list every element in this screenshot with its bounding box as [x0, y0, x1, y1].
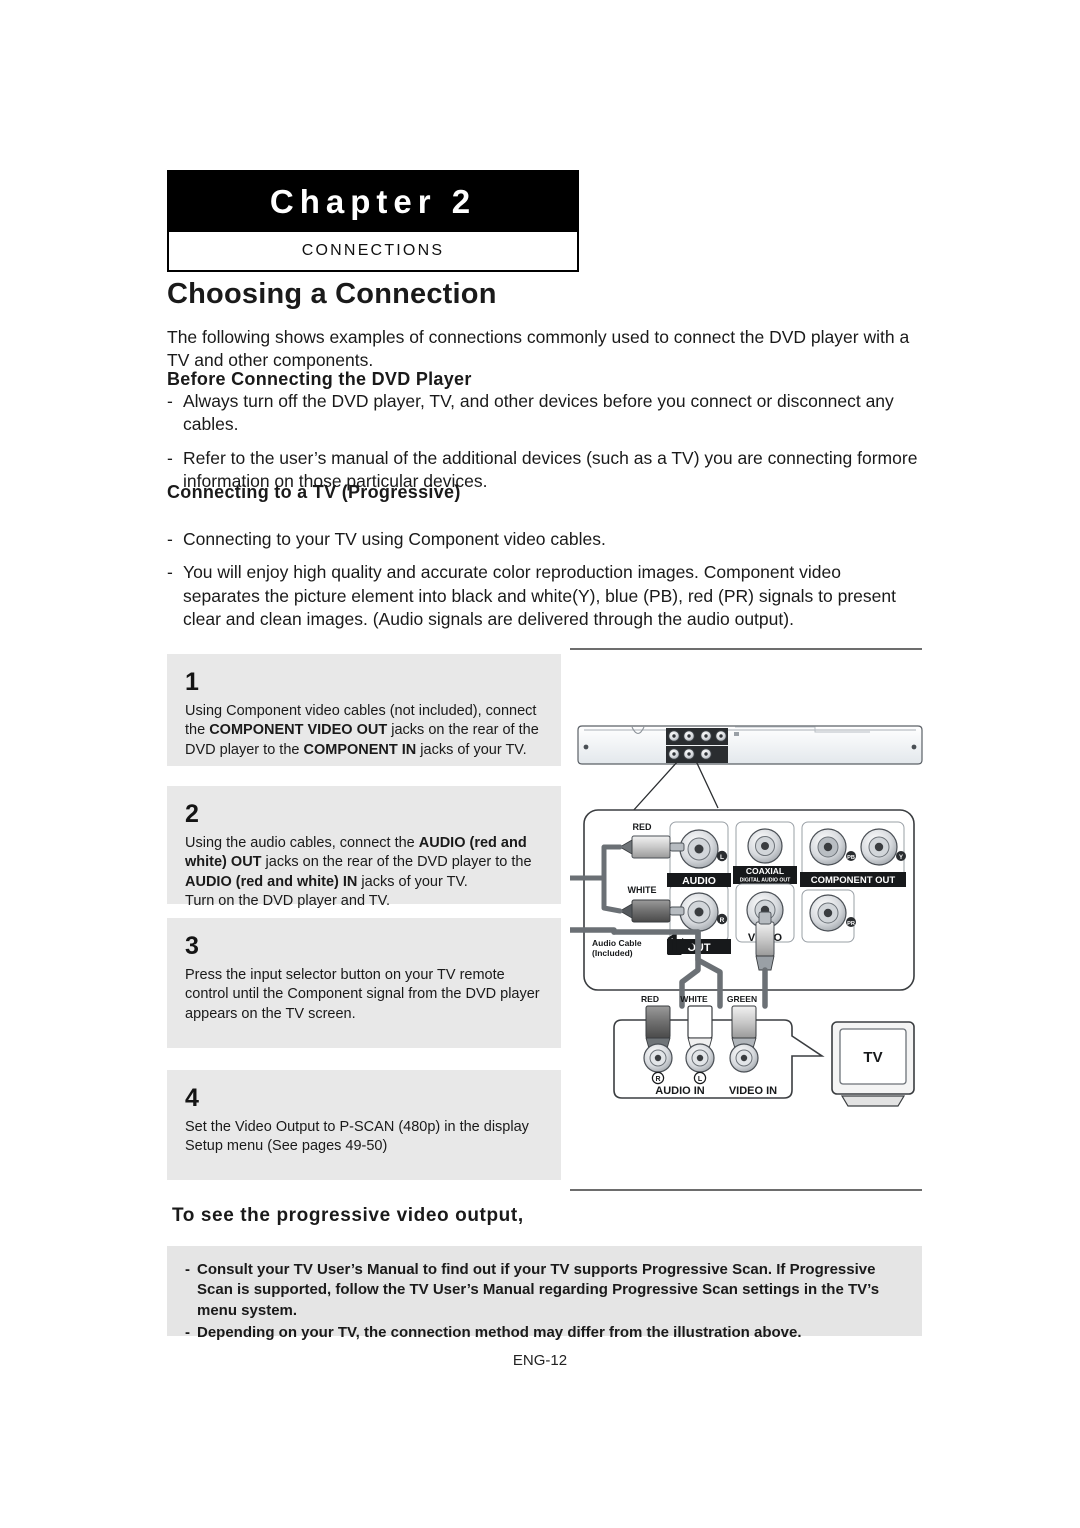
svg-text:R: R — [720, 917, 725, 924]
tv-set: TV — [831, 1021, 915, 1107]
label-audio: AUDIO — [682, 875, 716, 887]
plug-green: GREEN — [727, 994, 759, 1073]
tv-label: TV — [863, 1049, 882, 1066]
list-item: - You will enjoy high quality and accura… — [167, 561, 922, 631]
svg-text:L: L — [698, 1076, 703, 1083]
list-item: - Always turn off the DVD player, TV, an… — [167, 390, 922, 437]
cable-label-white: WHITE — [628, 885, 657, 895]
chapter-subtitle: CONNECTIONS — [301, 242, 445, 259]
step-text: Press the input selector button on your … — [185, 967, 540, 1022]
label-video-in: VIDEO IN — [729, 1085, 777, 1097]
step-box-4: 4 Set the Video Output to P-SCAN (480p) … — [167, 1070, 561, 1180]
connection-diagram: L R AUDIO OUT COAXIAL DIGITAL AUDIO OUT … — [570, 660, 930, 1180]
step-text: Set the Video Output to P-SCAN (480p) in… — [185, 1119, 529, 1155]
chapter-title: Chapter 2 — [269, 182, 477, 220]
svg-text:Y: Y — [899, 855, 903, 861]
section-heading-progressive: Connecting to a TV (Progressive) — [167, 482, 461, 502]
tv-input-panel: RED R WHITE L GREEN AUDIO IN VIDEO IN — [613, 994, 825, 1099]
bullet-text: You will enjoy high quality and accurate… — [183, 562, 896, 629]
step-number: 1 — [185, 668, 199, 696]
note-item: - Consult your TV User’s Manual to find … — [185, 1260, 904, 1321]
audio-cable-note-line2: (Included) — [592, 948, 633, 958]
tv-cable-label-green: GREEN — [727, 994, 757, 1004]
tv-cable-label-red: RED — [641, 994, 659, 1004]
bullet-list-progressive: - Connecting to your TV using Component … — [167, 528, 922, 641]
step-number: 2 — [185, 800, 199, 828]
chapter-title-bar: Chapter 2 — [167, 170, 579, 232]
label-coaxial: COAXIAL — [746, 866, 784, 876]
label-audio-in: AUDIO IN — [655, 1085, 705, 1097]
audio-cable-note-line1: Audio Cable — [592, 938, 642, 948]
dvd-player-rear-unit — [577, 725, 923, 765]
divider-top — [570, 648, 922, 650]
step-text: Using Component video cables (not includ… — [185, 703, 539, 758]
progressive-note-heading: To see the progressive video output, — [172, 1205, 524, 1226]
svg-text:L: L — [720, 854, 724, 861]
bullet-dash: - — [185, 1261, 190, 1278]
bullet-text: Always turn off the DVD player, TV, and … — [183, 391, 894, 435]
note-text: Depending on your TV, the connection met… — [197, 1323, 802, 1341]
note-text: Consult your TV User’s Manual to find ou… — [197, 1261, 880, 1319]
divider-bottom — [570, 1189, 922, 1191]
intro-paragraph: The following shows examples of connecti… — [167, 327, 910, 371]
bullet-text: Connecting to your TV using Component vi… — [183, 529, 606, 549]
manual-page: Chapter 2 CONNECTIONS Choosing a Connect… — [0, 0, 1080, 1528]
label-coaxial-sub: DIGITAL AUDIO OUT — [740, 878, 791, 884]
page-footer: ENG-12 — [512, 1352, 568, 1369]
rear-panel-detail: L R AUDIO OUT COAXIAL DIGITAL AUDIO OUT … — [570, 809, 915, 991]
bullet-dash: - — [167, 562, 173, 583]
section-heading-before: Before Connecting the DVD Player — [167, 369, 472, 389]
step-number: 3 — [185, 932, 199, 960]
step-box-3: 3 Press the input selector button on you… — [167, 918, 561, 1048]
chapter-subtitle-bar: CONNECTIONS — [167, 232, 579, 272]
svg-text:PR: PR — [847, 921, 855, 927]
step-text: Using the audio cables, connect the AUDI… — [185, 835, 532, 909]
bullet-dash: - — [185, 1323, 190, 1341]
step-box-1: 1 Using Component video cables (not incl… — [167, 654, 561, 766]
step-box-2: 2 Using the audio cables, connect the AU… — [167, 786, 561, 909]
callout-lines — [631, 760, 719, 813]
note-item: - Depending on your TV, the connection m… — [185, 1323, 904, 1343]
bullet-dash: - — [167, 391, 173, 411]
list-item: - Connecting to your TV using Component … — [167, 528, 922, 551]
label-component-out: COMPONENT OUT — [811, 875, 896, 886]
svg-text:R: R — [655, 1076, 660, 1083]
coaxial-jack-group: COAXIAL DIGITAL AUDIO OUT — [733, 821, 797, 884]
step-number: 4 — [185, 1084, 199, 1112]
svg-text:PB: PB — [847, 855, 855, 861]
cable-label-red: RED — [632, 822, 652, 832]
bullet-dash: - — [167, 529, 173, 549]
progressive-note-box: - Consult your TV User’s Manual to find … — [167, 1246, 922, 1341]
tv-cable-label-white: WHITE — [680, 994, 708, 1004]
chapter-header: Chapter 2 CONNECTIONS — [167, 170, 579, 272]
page-title: Choosing a Connection — [167, 278, 497, 310]
rca-plug-green-video — [755, 911, 775, 971]
